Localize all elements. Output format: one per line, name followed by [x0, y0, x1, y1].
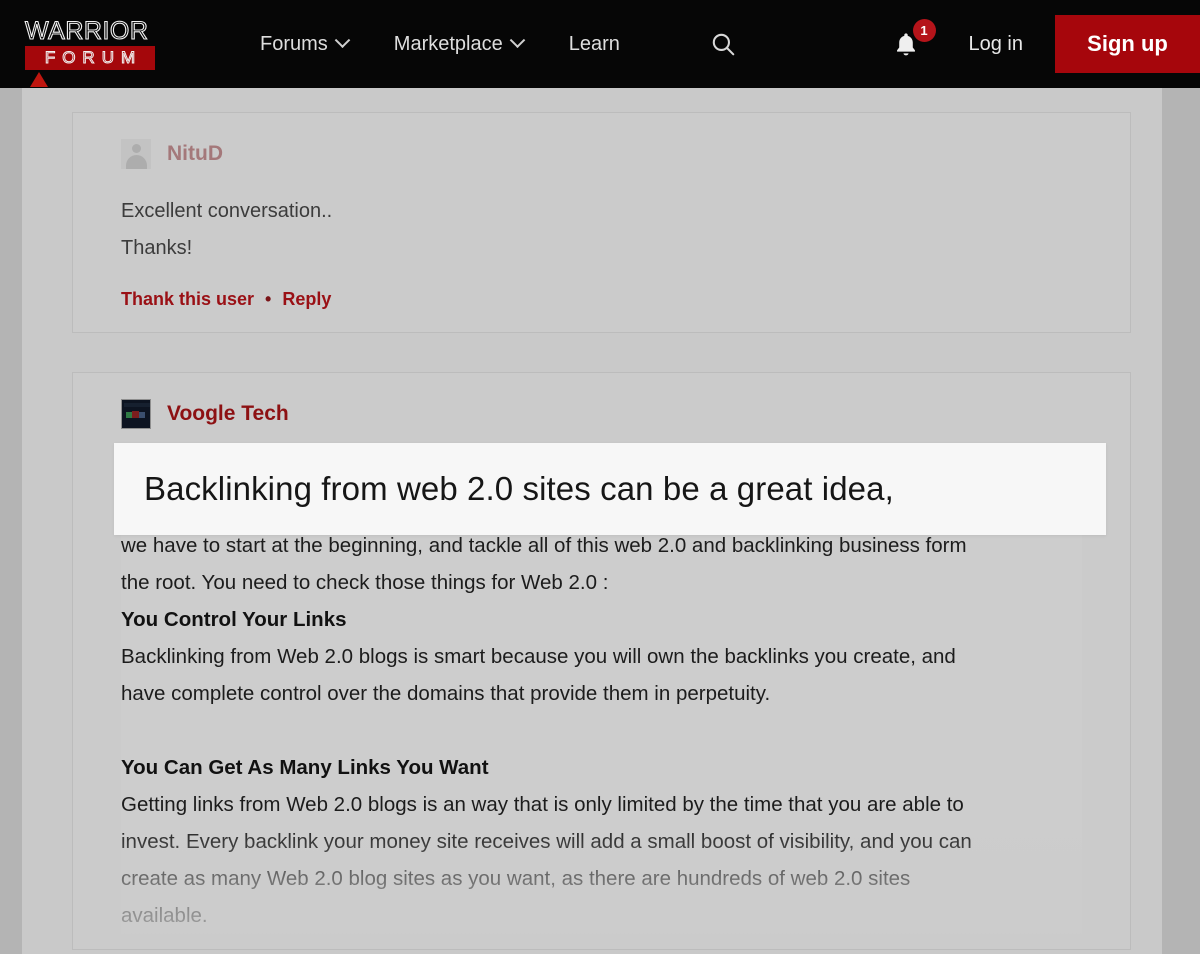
- post-line: invest. Every backlink your money site r…: [121, 823, 1082, 860]
- nav-label-learn: Learn: [569, 33, 620, 56]
- post-subheading: You Can Get As Many Links You Want: [121, 749, 1082, 786]
- left-edge-strip: [0, 88, 22, 954]
- nav-item-learn[interactable]: Learn: [569, 33, 620, 56]
- search-icon[interactable]: [710, 31, 736, 57]
- warrior-forum-logo[interactable]: WARRIOR FORUM: [25, 18, 155, 70]
- nav-label-forums: Forums: [260, 33, 328, 56]
- site-header: WARRIOR FORUM Forums Marketplace Learn: [0, 0, 1200, 88]
- thank-this-user-link[interactable]: Thank this user: [121, 289, 254, 310]
- post-line: Backlinking from Web 2.0 blogs is smart …: [121, 638, 1082, 675]
- logo-top-text: WARRIOR: [25, 18, 155, 44]
- right-edge-strip: [1162, 88, 1200, 954]
- signup-button[interactable]: Sign up: [1055, 15, 1200, 73]
- notifications-button[interactable]: 1: [893, 27, 927, 61]
- post-nitud: NituD Excellent conversation.. Thanks! T…: [72, 112, 1131, 333]
- paragraph-spacer: [121, 712, 1082, 749]
- main-navigation: Forums Marketplace Learn: [260, 31, 736, 57]
- post-line: Excellent conversation..: [121, 193, 1082, 230]
- post-author-name[interactable]: Voogle Tech: [167, 402, 289, 426]
- post-author-name[interactable]: NituD: [167, 142, 223, 166]
- magnified-text-banner: Backlinking from web 2.0 sites can be a …: [114, 443, 1106, 535]
- logo-bottom-text: FORUM: [25, 46, 155, 70]
- post-line: available.: [121, 897, 1082, 934]
- post-line: create as many Web 2.0 blog sites as you…: [121, 860, 1082, 897]
- post-line: Getting links from Web 2.0 blogs is an w…: [121, 786, 1082, 823]
- post-header: NituD: [121, 139, 1082, 169]
- notification-badge-count: 1: [913, 19, 936, 42]
- chevron-down-icon: [335, 32, 351, 48]
- post-line: have complete control over the domains t…: [121, 675, 1082, 712]
- magnified-text: Backlinking from web 2.0 sites can be a …: [114, 470, 894, 508]
- nav-label-marketplace: Marketplace: [394, 33, 503, 56]
- action-separator: •: [265, 289, 271, 310]
- post-line: the root. You need to check those things…: [121, 564, 1082, 601]
- red-triangle-icon: [30, 72, 48, 87]
- generic-user-avatar-icon[interactable]: [121, 139, 151, 169]
- voogle-tech-avatar[interactable]: [121, 399, 151, 429]
- reply-link[interactable]: Reply: [282, 289, 331, 310]
- post-line: Thanks!: [121, 230, 1082, 267]
- post-header: Voogle Tech: [121, 399, 1082, 429]
- login-link[interactable]: Log in: [969, 33, 1024, 56]
- header-right-actions: 1 Log in Sign up: [893, 0, 1200, 88]
- chevron-down-icon: [509, 32, 525, 48]
- nav-item-marketplace[interactable]: Marketplace: [394, 33, 523, 56]
- nav-item-forums[interactable]: Forums: [260, 33, 348, 56]
- post-actions: Thank this user • Reply: [121, 289, 1082, 310]
- post-subheading: You Control Your Links: [121, 601, 1082, 638]
